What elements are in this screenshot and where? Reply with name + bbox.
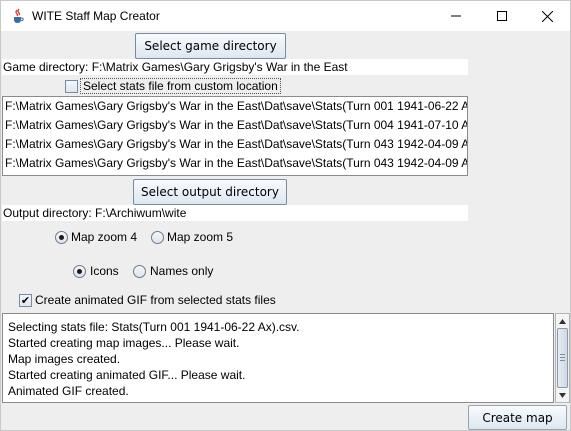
title-bar[interactable]: WITE Staff Map Creator [1, 1, 570, 31]
log-line: Selecting stats file: Stats(Turn 001 194… [8, 320, 300, 334]
maximize-icon [497, 11, 507, 21]
minimize-icon [451, 15, 461, 17]
select-output-directory-button[interactable]: Select output directory [133, 179, 287, 205]
log-line: Started creating map images... Please wa… [8, 336, 240, 350]
maximize-button[interactable] [479, 1, 525, 31]
close-button[interactable] [524, 1, 570, 31]
scroll-thumb[interactable] [557, 328, 568, 388]
custom-location-label[interactable]: Select stats file from custom location [80, 78, 281, 94]
stats-file-list[interactable]: F:\Matrix Games\Gary Grigsby's War in th… [2, 96, 468, 176]
create-map-button[interactable]: Create map [468, 405, 567, 430]
arrow-up-icon [559, 318, 566, 324]
icons-label[interactable]: Icons [90, 264, 119, 278]
log-line: Map images created. [8, 352, 121, 366]
game-directory-label: Game directory: F:\Matrix Games\Gary Gri… [3, 60, 348, 74]
log-line: Started creating animated GIF... Please … [8, 368, 246, 382]
close-icon [541, 10, 553, 22]
names-only-radio[interactable] [133, 265, 146, 278]
list-item[interactable]: F:\Matrix Games\Gary Grigsby's War in th… [3, 97, 467, 116]
select-game-directory-button[interactable]: Select game directory [135, 33, 286, 59]
scroll-up-button[interactable] [556, 314, 569, 328]
list-item[interactable]: F:\Matrix Games\Gary Grigsby's War in th… [3, 135, 467, 154]
names-only-label[interactable]: Names only [150, 264, 213, 278]
java-cup-icon [10, 8, 26, 24]
list-item[interactable]: F:\Matrix Games\Gary Grigsby's War in th… [3, 154, 467, 173]
scroll-down-button[interactable] [556, 388, 569, 402]
map-zoom-5-label[interactable]: Map zoom 5 [167, 230, 233, 244]
log-text-area[interactable]: Selecting stats file: Stats(Turn 001 194… [2, 313, 554, 403]
animated-gif-checkbox[interactable]: ✔ [19, 294, 32, 307]
map-zoom-4-radio[interactable] [55, 231, 68, 244]
custom-location-checkbox[interactable] [65, 80, 78, 93]
minimize-button[interactable] [433, 1, 479, 31]
animated-gif-label[interactable]: Create animated GIF from selected stats … [35, 293, 276, 307]
arrow-down-icon [559, 392, 566, 398]
log-line: Animated GIF created. [8, 384, 129, 398]
list-item[interactable]: F:\Matrix Games\Gary Grigsby's War in th… [3, 116, 467, 135]
output-directory-label: Output directory: F:\Archiwum\wite [3, 206, 187, 220]
log-scrollbar[interactable] [555, 313, 570, 403]
map-zoom-4-label[interactable]: Map zoom 4 [71, 230, 137, 244]
app-window: WITE Staff Map Creator Select game direc… [0, 0, 571, 431]
window-title: WITE Staff Map Creator [32, 9, 160, 23]
icons-radio[interactable] [73, 265, 86, 278]
map-zoom-5-radio[interactable] [151, 231, 164, 244]
